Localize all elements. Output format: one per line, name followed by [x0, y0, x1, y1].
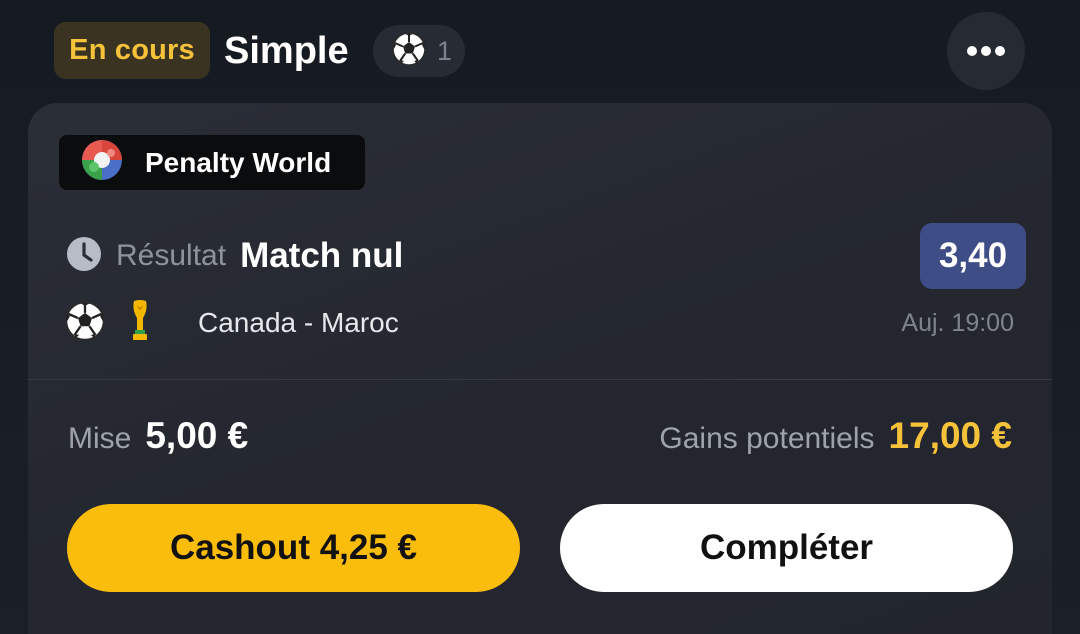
event-time: Auj. 19:00	[901, 309, 1014, 337]
clock-icon	[66, 236, 102, 277]
status-badge: En cours	[54, 22, 210, 79]
competition-label: Penalty World	[145, 146, 332, 178]
competition-tag[interactable]: Penalty World	[59, 135, 365, 190]
soccer-ball-icon	[64, 300, 106, 347]
odds-badge: 3,40	[920, 223, 1026, 289]
event-name: Canada - Maroc	[198, 307, 399, 338]
potential-winnings: Gains potentiels 17,00 €	[659, 415, 1012, 467]
bet-card: Penalty World Résultat Match nul 3,40 Ca…	[28, 103, 1052, 634]
trophy-icon	[130, 299, 150, 347]
divider	[28, 379, 1052, 380]
selection-count: 1	[437, 35, 453, 66]
penalty-world-logo	[81, 139, 123, 186]
potential-winnings-value: 17,00 €	[888, 415, 1012, 456]
bet-slip-page: En cours Simple 1 Penalty World Résultat…	[0, 0, 1080, 634]
market-row: Résultat Match nul	[66, 231, 1026, 281]
soccer-ball-icon	[391, 31, 427, 72]
stake-value: 5,00 €	[145, 415, 249, 456]
potential-winnings-label: Gains potentiels	[659, 422, 875, 455]
stake: Mise 5,00 €	[68, 415, 248, 467]
selection-name: Match nul	[240, 236, 404, 275]
complete-button[interactable]: Compléter	[560, 504, 1013, 592]
stake-label: Mise	[68, 422, 132, 455]
cashout-button[interactable]: Cashout 4,25 €	[67, 504, 520, 592]
market-type: Résultat	[116, 239, 227, 272]
more-dots-icon	[967, 46, 1005, 56]
more-options-button[interactable]	[947, 12, 1025, 90]
bet-type-title: Simple	[224, 29, 349, 72]
sport-count-chip: 1	[373, 25, 465, 77]
event-row[interactable]: Canada - Maroc Auj. 19:00	[64, 299, 1014, 347]
